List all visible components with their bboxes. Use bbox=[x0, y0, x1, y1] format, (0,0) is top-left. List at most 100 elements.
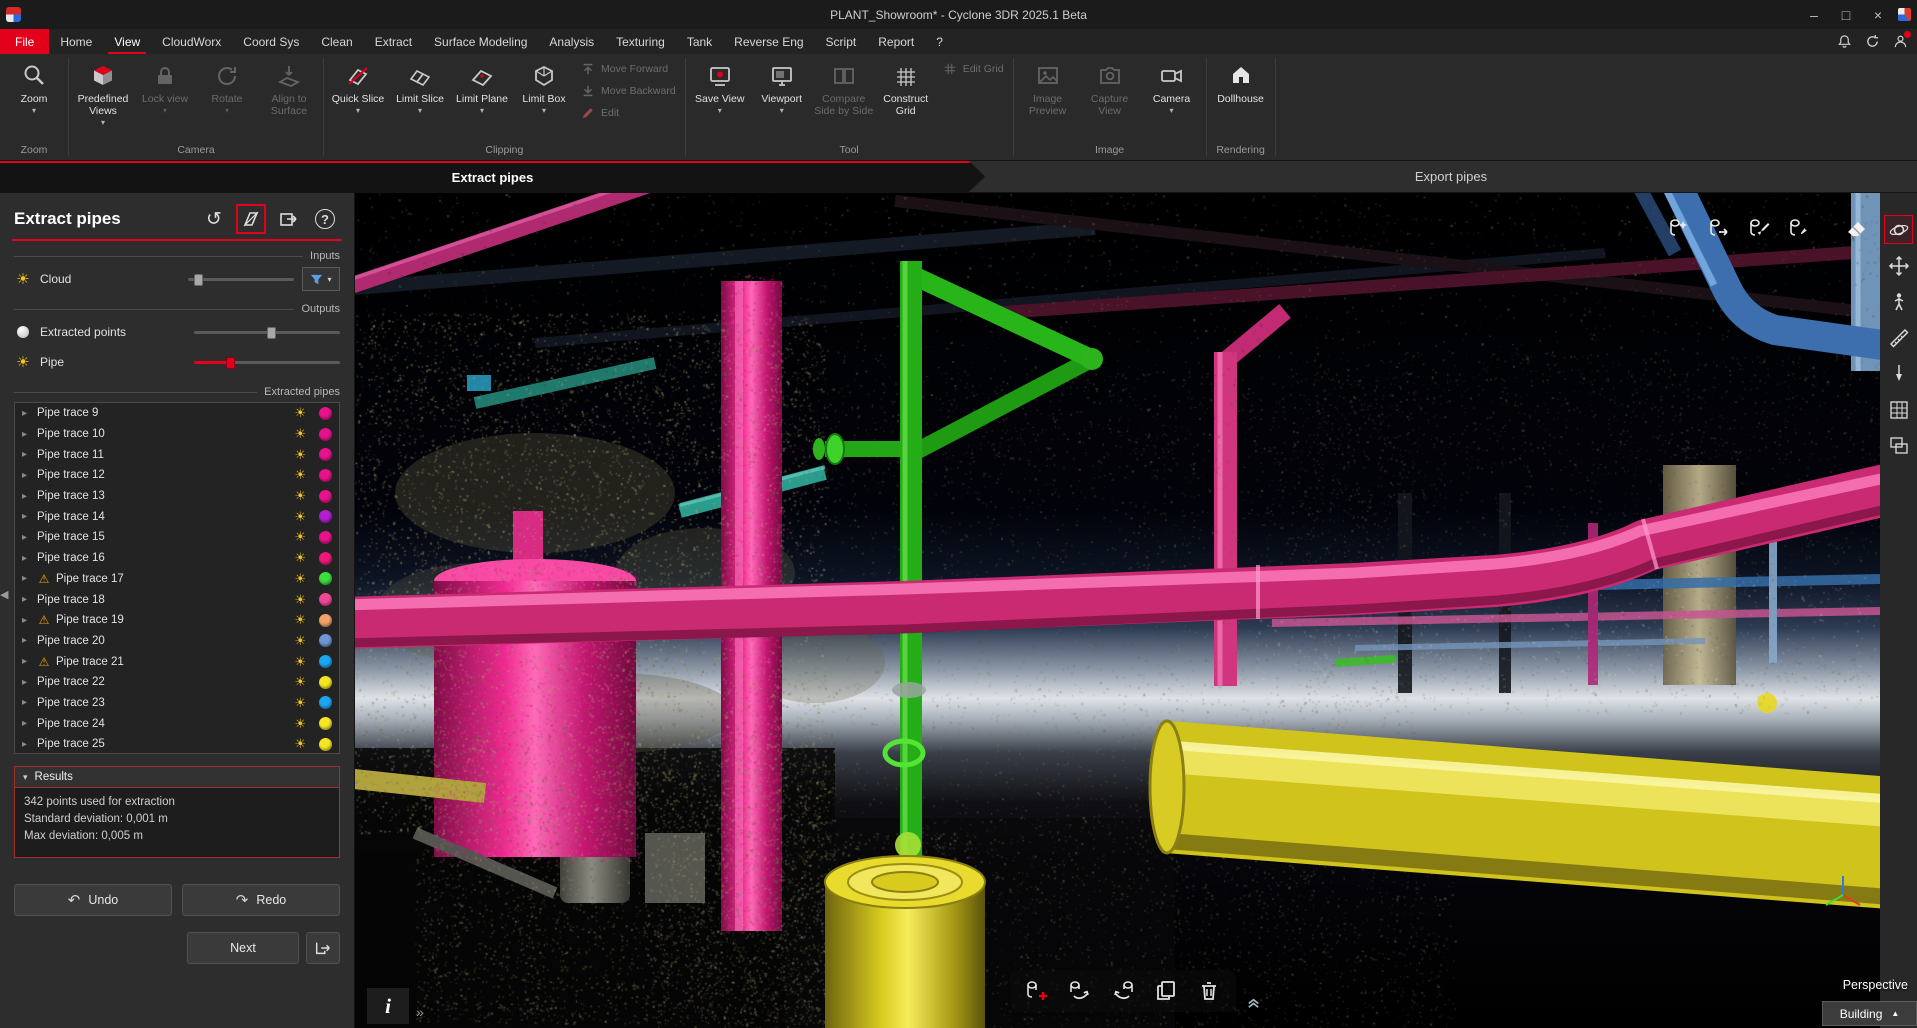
edit-clipping-button[interactable]: Edit bbox=[581, 106, 676, 120]
tab-extract-pipes[interactable]: Extract pipes bbox=[0, 161, 985, 192]
visibility-sun-icon[interactable]: ☀ bbox=[294, 695, 306, 711]
menu-tab[interactable]: ? bbox=[925, 29, 954, 54]
notifications-bell-icon[interactable] bbox=[1835, 33, 1853, 51]
visibility-sun-icon[interactable]: ☀ bbox=[294, 426, 306, 442]
pipe-trace-row[interactable]: ▸ ⚠ Pipe trace 16 ☀ bbox=[15, 548, 339, 569]
visibility-sun-icon[interactable]: ☀ bbox=[294, 612, 306, 628]
pipe-trace-row[interactable]: ▸ ⚠ Pipe trace 9 ☀ bbox=[15, 403, 339, 424]
building-dropdown[interactable]: Building ▲ bbox=[1822, 1001, 1917, 1026]
row-expander-icon[interactable]: ▸ bbox=[22, 449, 32, 460]
row-expander-icon[interactable]: ▸ bbox=[22, 739, 32, 750]
info-button[interactable]: i bbox=[367, 988, 409, 1024]
pipe-color-swatch[interactable] bbox=[319, 593, 332, 606]
viewport-button[interactable]: Viewport ▾ bbox=[751, 56, 813, 144]
collapse-panel-handle[interactable]: ◀ bbox=[0, 588, 8, 601]
row-expander-icon[interactable]: ▸ bbox=[22, 511, 32, 522]
row-expander-icon[interactable]: ▸ bbox=[22, 470, 32, 481]
row-expander-icon[interactable]: ▸ bbox=[22, 491, 32, 502]
pipe-trace-row[interactable]: ▸ ⚠ Pipe trace 13 ☀ bbox=[15, 486, 339, 507]
redo-button[interactable]: ↷ Redo bbox=[182, 884, 340, 916]
viewport-3d[interactable]: i » bbox=[355, 193, 1880, 1028]
menu-tab[interactable]: Report bbox=[867, 29, 925, 54]
row-expander-icon[interactable]: ▸ bbox=[22, 408, 32, 419]
dock-layers-button[interactable] bbox=[1884, 431, 1913, 460]
dollhouse-button[interactable]: Dollhouse bbox=[1210, 56, 1272, 144]
pipe-color-swatch[interactable] bbox=[319, 614, 332, 627]
menu-tab[interactable]: Script bbox=[815, 29, 868, 54]
row-expander-icon[interactable]: ▸ bbox=[22, 718, 32, 729]
pipe-brush-button[interactable] bbox=[1786, 215, 1812, 241]
row-expander-icon[interactable]: ▸ bbox=[22, 677, 32, 688]
row-expander-icon[interactable]: ▸ bbox=[22, 594, 32, 605]
pipe-trace-row[interactable]: ▸ ⚠ Pipe trace 11 ☀ bbox=[15, 444, 339, 465]
pipe-size-slider[interactable] bbox=[194, 355, 340, 370]
row-expander-icon[interactable]: ▸ bbox=[22, 429, 32, 440]
visibility-sun-icon[interactable]: ☀ bbox=[294, 488, 306, 504]
construct-grid-button[interactable]: Construct Grid bbox=[875, 56, 937, 144]
menu-tab[interactable]: Analysis bbox=[538, 29, 605, 54]
pipe-color-swatch[interactable] bbox=[319, 572, 332, 585]
dock-plumb-button[interactable] bbox=[1884, 359, 1913, 388]
cloud-opacity-slider[interactable] bbox=[188, 272, 294, 287]
export-step-button[interactable] bbox=[306, 932, 340, 964]
pipe-trace-row[interactable]: ▸ ⚠ Pipe trace 21 ☀ bbox=[15, 651, 339, 672]
expand-info-button[interactable]: » bbox=[416, 1004, 424, 1024]
visibility-sun-icon[interactable]: ☀ bbox=[294, 529, 306, 545]
pipe-color-swatch[interactable] bbox=[319, 510, 332, 523]
pipe-trace-row[interactable]: ▸ ⚠ Pipe trace 19 ☀ bbox=[15, 610, 339, 631]
row-expander-icon[interactable]: ▸ bbox=[22, 553, 32, 564]
help-button[interactable]: ? bbox=[310, 204, 340, 234]
predefined-views-button[interactable]: Predefined Views ▾ bbox=[72, 56, 134, 144]
pipe-trace-row[interactable]: ▸ ⚠ Pipe trace 14 ☀ bbox=[15, 506, 339, 527]
maximize-button[interactable]: □ bbox=[1830, 0, 1862, 29]
menu-tab[interactable]: Extract bbox=[364, 29, 423, 54]
visibility-sun-icon[interactable]: ☀ bbox=[294, 674, 306, 690]
visibility-sun-icon[interactable]: ☀ bbox=[294, 633, 306, 649]
history-button[interactable]: ↺ bbox=[199, 204, 229, 234]
dock-grid-button[interactable] bbox=[1884, 395, 1913, 424]
camera-button[interactable]: Camera ▾ bbox=[1141, 56, 1203, 144]
menu-tab[interactable]: View bbox=[103, 29, 151, 54]
trace-forward-button[interactable] bbox=[1067, 978, 1093, 1004]
visibility-sun-icon[interactable]: ☀ bbox=[294, 736, 306, 752]
results-header[interactable]: ▾ Results bbox=[15, 767, 339, 788]
row-expander-icon[interactable]: ▸ bbox=[22, 573, 32, 584]
extracted-points-slider[interactable] bbox=[194, 325, 340, 340]
row-expander-icon[interactable]: ▸ bbox=[22, 697, 32, 708]
cloud-filter-dropdown[interactable]: ▾ bbox=[302, 267, 340, 291]
lock-view-button[interactable]: Lock view ▾ bbox=[134, 56, 196, 144]
dock-orbit-button[interactable] bbox=[1884, 215, 1913, 244]
pipe-color-swatch[interactable] bbox=[319, 634, 332, 647]
pipe-trace-row[interactable]: ▸ ⚠ Pipe trace 25 ☀ bbox=[15, 734, 339, 754]
pipe-trace-row[interactable]: ▸ ⚠ Pipe trace 10 ☀ bbox=[15, 424, 339, 445]
row-expander-icon[interactable]: ▸ bbox=[22, 532, 32, 543]
dock-pan-button[interactable] bbox=[1884, 251, 1913, 280]
pipe-color-swatch[interactable] bbox=[319, 490, 332, 503]
eraser-button[interactable] bbox=[1844, 215, 1870, 241]
pipe-trace-row[interactable]: ▸ ⚠ Pipe trace 23 ☀ bbox=[15, 693, 339, 714]
row-expander-icon[interactable]: ▸ bbox=[22, 656, 32, 667]
limit-plane-button[interactable]: Limit Plane ▾ bbox=[451, 56, 513, 144]
visibility-sun-icon[interactable]: ☀ bbox=[294, 571, 306, 587]
pipe-trace-row[interactable]: ▸ ⚠ Pipe trace 24 ☀ bbox=[15, 713, 339, 734]
dock-walkthrough-button[interactable] bbox=[1884, 287, 1913, 316]
pipe-select-button[interactable] bbox=[1666, 215, 1692, 241]
pipe-trace-row[interactable]: ▸ ⚠ Pipe trace 18 ☀ bbox=[15, 589, 339, 610]
pipe-trace-row[interactable]: ▸ ⚠ Pipe trace 15 ☀ bbox=[15, 527, 339, 548]
visibility-sun-icon[interactable]: ☀ bbox=[294, 654, 306, 670]
pipe-trace-row[interactable]: ▸ ⚠ Pipe trace 22 ☀ bbox=[15, 672, 339, 693]
pipe-color-swatch[interactable] bbox=[319, 448, 332, 461]
menu-tab[interactable]: Clean bbox=[310, 29, 363, 54]
move-forward-button[interactable]: Move Forward bbox=[581, 62, 676, 76]
menu-tab[interactable]: CloudWorx bbox=[151, 29, 232, 54]
pipe-color-swatch[interactable] bbox=[319, 531, 332, 544]
pipe-color-swatch[interactable] bbox=[319, 655, 332, 668]
visibility-sun-icon[interactable]: ☀ bbox=[294, 467, 306, 483]
undo-button[interactable]: ↶ Undo bbox=[14, 884, 172, 916]
pipe-trace-row[interactable]: ▸ ⚠ Pipe trace 20 ☀ bbox=[15, 631, 339, 652]
pipe-paint-button[interactable] bbox=[1746, 215, 1772, 241]
menu-tab[interactable]: Tank bbox=[676, 29, 723, 54]
rotate-button[interactable]: Rotate ▾ bbox=[196, 56, 258, 144]
collapse-toolbar-button[interactable] bbox=[1246, 995, 1261, 1010]
visibility-sun-icon[interactable]: ☀ bbox=[294, 405, 306, 421]
